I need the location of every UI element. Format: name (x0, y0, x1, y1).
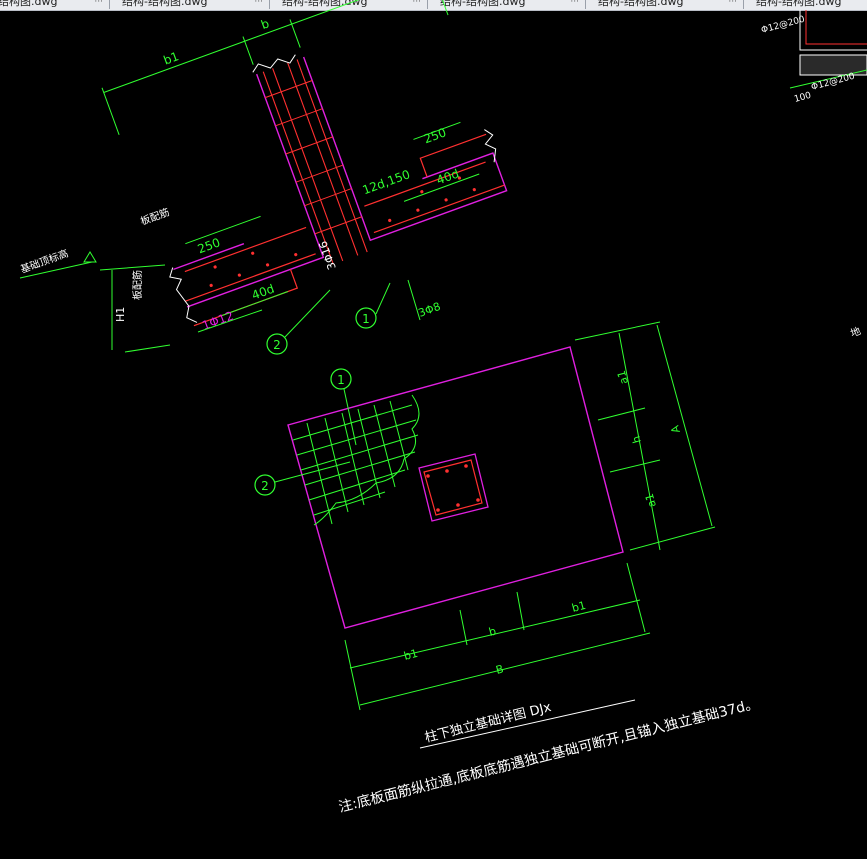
adjacent-dim-label: 100 (793, 91, 812, 105)
foundation-top-label: 基础顶标高 (19, 247, 70, 276)
section-outline (173, 56, 508, 308)
slab-top-rebar-label: 板配筋 (139, 205, 172, 227)
plan-right-dimensions (574, 321, 716, 551)
section-dimension-lines (101, 0, 480, 316)
right-break-line (484, 129, 497, 163)
adjacent-right-label: 地 (849, 324, 863, 340)
dim-A: A (668, 423, 683, 434)
elevation-marker-icon (83, 251, 97, 263)
adjacent-rebar-label-1: Φ12@200 (760, 15, 806, 36)
foundation-section-view: b1 b b1 250 250 40d 40d 12d,150 (101, 0, 508, 327)
dim-a1-top: a1 (615, 369, 631, 386)
dim-h1-bottom (124, 344, 171, 353)
cad-drawing-canvas[interactable]: b1 b b1 250 250 40d 40d 12d,150 3Φ16 板配筋… (0, 0, 867, 859)
dim-h: h (630, 434, 644, 444)
mesh-break-line (313, 394, 420, 526)
plan-rebar-mesh (292, 400, 419, 525)
dim-h1-label: H1 (114, 307, 127, 322)
left-break-line (169, 267, 198, 323)
dim-h1-top (99, 264, 166, 271)
bottom-rebar-line (184, 184, 505, 302)
dim-b: b (259, 16, 271, 32)
plan-column-bars (426, 464, 480, 512)
plan-dim-b: b (487, 625, 497, 639)
plan-callout-1-leader (343, 388, 357, 446)
plan-callout-2: 2 (261, 479, 269, 493)
plan-dim-B: B (494, 662, 505, 677)
anchor-label: 3Φ8 (417, 300, 443, 320)
plan-column-rebar (423, 459, 483, 516)
dim-40d-left: 40d (250, 282, 276, 303)
bottom-rebar-label: 板配筋 (131, 270, 144, 300)
dim-250-right: 250 (422, 125, 448, 146)
dim-40d-right: 40d (435, 166, 461, 187)
dim-b1-left: b1 (162, 49, 181, 67)
plan-bottom-dimensions (344, 562, 651, 711)
stirrup-label: 12d,150 (361, 167, 412, 197)
section-callout-1: 1 (362, 312, 370, 326)
adjacent-rebar (805, 10, 867, 45)
dim-a1-bottom: a1 (643, 492, 659, 509)
callout-2-leader (284, 289, 331, 338)
section-callout-2: 2 (273, 338, 281, 352)
plan-dim-b1-left: b1 (402, 647, 419, 663)
column-bars-label: 3Φ16 (316, 239, 338, 271)
callout-1-leader (375, 282, 391, 315)
plan-callout-1: 1 (337, 373, 345, 387)
foundation-plan-view: 1 2 a1 h a1 A b1 b b1 B (254, 321, 716, 711)
adjacent-detail-top-right: Φ12@200 Φ12@200 100 (760, 10, 867, 105)
plan-callout-2-leader (274, 461, 351, 483)
